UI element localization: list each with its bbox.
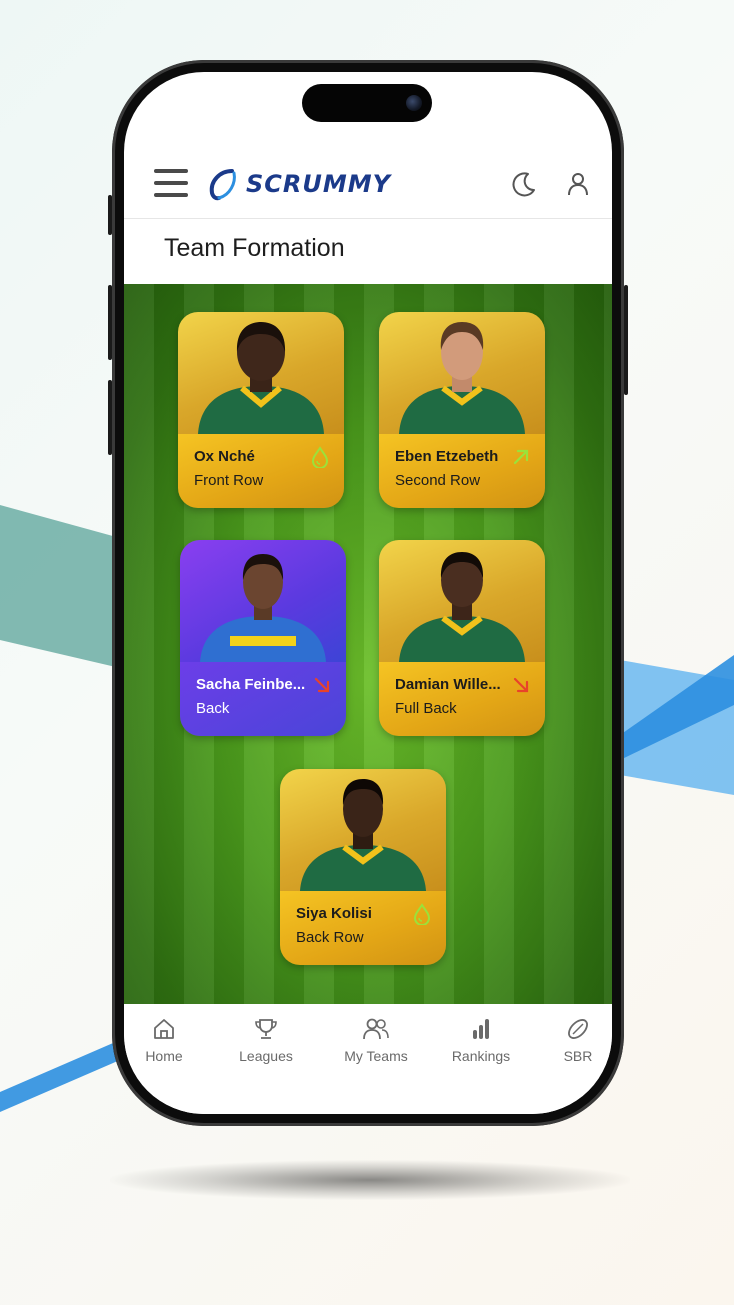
player-avatar xyxy=(300,779,426,891)
player-card[interactable]: Damian Wille... Full Back xyxy=(379,540,545,736)
player-photo xyxy=(379,312,545,434)
player-name: Ox Nché xyxy=(194,448,255,465)
user-icon[interactable] xyxy=(564,170,592,198)
bottom-nav: Home Leagues My Teams Rankings SBR xyxy=(124,1004,612,1114)
nav-label: My Teams xyxy=(344,1048,408,1064)
nav-item-my-teams[interactable]: My Teams xyxy=(336,1016,416,1064)
moon-icon[interactable] xyxy=(510,170,538,198)
player-name: Eben Etzebeth xyxy=(395,448,499,465)
nav-label: Rankings xyxy=(451,1048,511,1064)
page-title: Team Formation xyxy=(164,234,345,262)
camera xyxy=(406,95,422,111)
logo-ball-icon xyxy=(209,169,236,201)
player-card[interactable]: Siya Kolisi Back Row xyxy=(280,769,446,965)
player-photo xyxy=(280,769,446,891)
nav-label: Home xyxy=(145,1048,183,1064)
hamburger-menu-icon[interactable] xyxy=(154,168,188,198)
player-position: Front Row xyxy=(194,472,264,489)
player-info: Damian Wille... Full Back xyxy=(379,662,545,736)
player-name: Siya Kolisi xyxy=(296,905,372,922)
side-button xyxy=(108,285,112,360)
player-position: Back xyxy=(196,700,230,717)
arrow-down-right-icon xyxy=(314,677,330,693)
side-button xyxy=(108,195,112,235)
drop-icon xyxy=(413,903,431,925)
app-header: SCRUMMY xyxy=(124,152,612,219)
player-photo xyxy=(379,540,545,662)
player-photo xyxy=(180,540,346,662)
home-icon xyxy=(154,1019,174,1039)
nav-label: Leagues xyxy=(239,1048,293,1064)
player-photo xyxy=(178,312,344,434)
nav-label: SBR xyxy=(563,1048,593,1064)
nav-item-home[interactable]: Home xyxy=(124,1016,204,1064)
side-button xyxy=(108,380,112,455)
dynamic-island xyxy=(302,84,432,122)
arrow-up-right-icon xyxy=(513,449,529,465)
player-info: Sacha Feinbe... Back xyxy=(180,662,346,736)
player-card[interactable]: Sacha Feinbe... Back xyxy=(180,540,346,736)
users-icon xyxy=(363,1018,389,1040)
arrow-down-right-icon xyxy=(513,677,529,693)
player-info: Ox Nché Front Row xyxy=(178,434,344,508)
bar-chart-icon xyxy=(473,1019,489,1039)
nav-item-leagues[interactable]: Leagues xyxy=(226,1016,306,1064)
nav-item-rankings[interactable]: Rankings xyxy=(441,1016,521,1064)
nav-item-sbr[interactable]: SBR xyxy=(538,1016,612,1064)
player-info: Siya Kolisi Back Row xyxy=(280,891,446,965)
trophy-icon xyxy=(255,1019,277,1039)
player-position: Back Row xyxy=(296,929,364,946)
player-avatar xyxy=(198,322,324,434)
player-avatar xyxy=(200,554,326,662)
player-name: Damian Wille... xyxy=(395,676,501,693)
player-position: Full Back xyxy=(395,700,457,717)
player-card[interactable]: Ox Nché Front Row xyxy=(178,312,344,508)
logo-text: SCRUMMY xyxy=(246,170,392,198)
rugby-ball-icon xyxy=(568,1019,588,1039)
drop-icon xyxy=(311,446,329,468)
player-avatar xyxy=(399,552,525,662)
player-card[interactable]: Eben Etzebeth Second Row xyxy=(379,312,545,508)
phone-screen: SCRUMMY Team Formation Ox Nché Front Row… xyxy=(124,72,612,1114)
scrummy-logo[interactable]: SCRUMMY xyxy=(206,164,391,204)
player-info: Eben Etzebeth Second Row xyxy=(379,434,545,508)
phone-shadow xyxy=(110,1160,630,1200)
player-avatar xyxy=(399,322,525,434)
formation-pitch: Ox Nché Front Row Eben Etzebeth Second R… xyxy=(124,284,612,1004)
player-position: Second Row xyxy=(395,472,481,489)
player-name: Sacha Feinbe... xyxy=(196,676,306,693)
side-button xyxy=(624,285,628,395)
